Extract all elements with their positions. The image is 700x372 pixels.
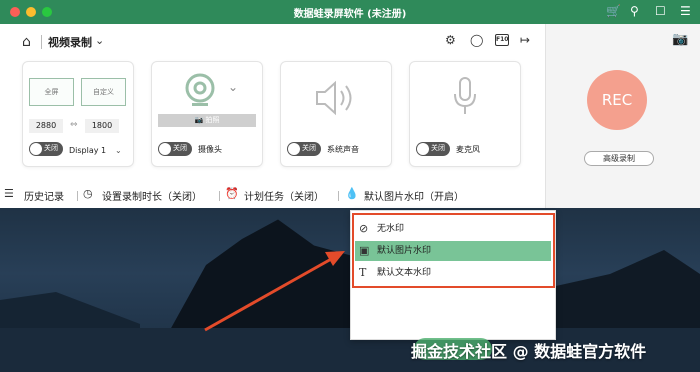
overlay-watermark-text: 掘金技术社区 @ 数据蛙官方软件	[411, 342, 647, 361]
highlight-frame	[352, 213, 555, 288]
